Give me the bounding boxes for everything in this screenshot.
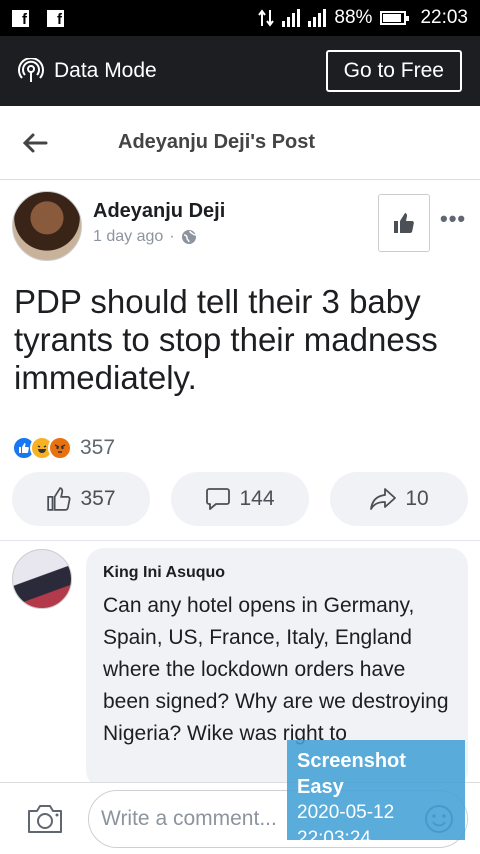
camera-icon[interactable] — [26, 803, 64, 835]
back-button[interactable] — [0, 132, 70, 154]
commenter-avatar[interactable] — [12, 549, 72, 609]
data-transfer-icon — [258, 9, 275, 27]
divider — [0, 540, 480, 541]
comment-author[interactable]: King Ini Asuquo — [103, 564, 452, 582]
data-mode-label: Data Mode — [54, 59, 157, 82]
go-to-free-button[interactable]: Go to Free — [325, 50, 462, 92]
post-header: Adeyanju Deji's Post — [0, 106, 480, 180]
comment-text: Can any hotel opens in Germany, Spain, U… — [103, 594, 449, 745]
clock: 22:03 — [420, 7, 468, 28]
back-arrow-icon — [22, 133, 48, 152]
meta-separator: · — [169, 228, 175, 245]
thumbs-up-icon — [47, 487, 71, 511]
facebook-icon: f — [12, 9, 29, 27]
battery-icon — [380, 11, 410, 25]
watermark-title: Screenshot Easy — [297, 750, 406, 798]
screenshot-watermark: Screenshot Easy 2020-05-12 22:03:24 — [287, 740, 465, 849]
share-button[interactable]: 10 — [330, 472, 468, 526]
wifi-broadcast-icon — [18, 58, 44, 82]
post-meta: 1 day ago · — [93, 228, 197, 246]
angry-reaction-icon — [48, 436, 72, 460]
globe-icon — [181, 230, 196, 244]
facebook-icon: f — [47, 9, 64, 27]
status-bar: f f 88% 22:03 — [0, 0, 480, 36]
watermark-time: 22:03:24 — [297, 828, 371, 849]
signal-icon — [308, 9, 327, 27]
reaction-count: 357 — [80, 436, 116, 459]
author-name[interactable]: Adeyanju Deji — [93, 200, 225, 223]
post-text: PDP should tell their 3 baby tyrants to … — [14, 283, 438, 396]
signal-icon — [282, 9, 301, 27]
comment-count: 144 — [239, 487, 275, 510]
comment-icon — [206, 488, 231, 510]
reactions-summary[interactable]: 357 — [12, 436, 115, 460]
data-mode-indicator[interactable]: Data Mode — [18, 58, 157, 84]
share-count: 10 — [405, 487, 429, 510]
page-title: Adeyanju Deji's Post — [118, 131, 316, 153]
data-mode-bar: Data Mode Go to Free — [0, 36, 480, 106]
comment-button[interactable]: 144 — [171, 472, 309, 526]
thumbs-up-icon — [394, 213, 414, 233]
post-time[interactable]: 1 day ago — [93, 228, 163, 246]
like-count: 357 — [80, 487, 116, 510]
like-page-button[interactable] — [378, 194, 430, 252]
more-icon: ••• — [440, 206, 467, 231]
author-avatar[interactable] — [12, 191, 82, 261]
more-options-button[interactable]: ••• — [440, 206, 466, 232]
battery-percent: 88% — [334, 7, 373, 28]
share-icon — [370, 488, 397, 510]
watermark-date: 2020-05-12 — [297, 802, 395, 823]
post-actions: 357 144 10 — [12, 472, 468, 526]
like-button[interactable]: 357 — [12, 472, 150, 526]
